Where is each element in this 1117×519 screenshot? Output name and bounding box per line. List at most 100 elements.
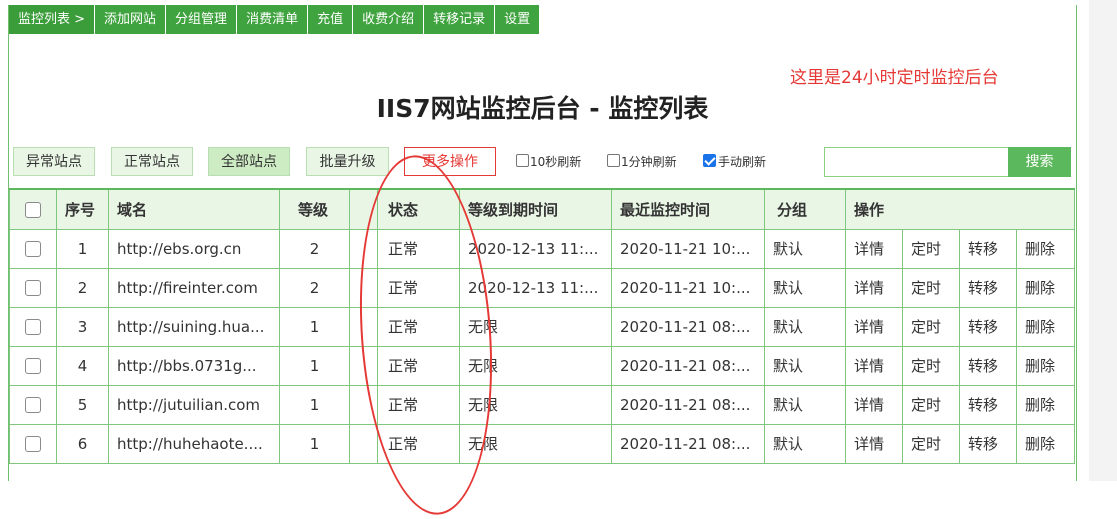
detail-button[interactable]: 详情 (845, 306, 903, 347)
row-no: 6 (56, 423, 109, 464)
select-all-checkbox[interactable] (25, 201, 41, 218)
schedule-button[interactable]: 定时 (902, 423, 960, 464)
transfer-button[interactable]: 转移 (959, 228, 1017, 269)
row-select-cell[interactable] (9, 423, 57, 464)
nav-add-site[interactable]: 添加网站 (95, 5, 167, 34)
delete-button[interactable]: 删除 (1015, 306, 1076, 347)
row-group: 默认 (764, 267, 846, 308)
schedule-button[interactable]: 定时 (902, 306, 960, 347)
more-actions-button[interactable]: 更多操作 (404, 147, 496, 176)
nav-group-manage[interactable]: 分组管理 (166, 5, 238, 34)
schedule-button[interactable]: 定时 (902, 345, 960, 386)
row-level: 2 (279, 228, 350, 269)
row-group: 默认 (764, 345, 846, 386)
all-sites-button[interactable]: 全部站点 (208, 147, 290, 176)
header-expire: 等级到期时间 (459, 188, 612, 230)
row-status: 正常 (377, 423, 460, 464)
row-blank (349, 423, 378, 464)
row-no: 4 (56, 345, 109, 386)
header-blank (349, 188, 378, 230)
row-checkbox[interactable] (25, 436, 41, 452)
nav-recharge[interactable]: 充值 (308, 5, 354, 34)
monitor-table: 序号 域名 等级 状态 等级到期时间 最近监控时间 分组 操作 1 http://… (9, 188, 1076, 464)
detail-button[interactable]: 详情 (845, 423, 903, 464)
table-row: 1 http://ebs.org.cn 2 正常 2020-12-13 11:... 20… (9, 228, 1076, 269)
nav-monitor-list[interactable]: 监控列表 > (9, 5, 96, 34)
schedule-button[interactable]: 定时 (902, 228, 960, 269)
row-select-cell[interactable] (9, 345, 57, 386)
nav-pricing[interactable]: 收费介绍 (353, 5, 425, 34)
search-button[interactable]: 搜索 (1008, 147, 1071, 177)
refresh-manual-checkbox[interactable] (703, 154, 716, 167)
nav-billing[interactable]: 消费清单 (237, 5, 309, 34)
top-nav: 监控列表 > 添加网站 分组管理 消费清单 充值 收费介绍 转移记录 设置 (9, 5, 541, 34)
row-status: 正常 (377, 228, 460, 269)
table-row: 2 http://fireinter.com 2 正常 2020-12-13 11:..… (9, 267, 1076, 308)
search-input[interactable] (824, 147, 1009, 177)
header-last-check: 最近监控时间 (611, 188, 765, 230)
row-select-cell[interactable] (9, 228, 57, 269)
refresh-10s-checkbox[interactable] (516, 154, 529, 167)
header-status: 状态 (377, 188, 460, 230)
delete-button[interactable]: 删除 (1015, 345, 1076, 386)
batch-upgrade-button[interactable]: 批量升级 (306, 147, 389, 176)
row-select-cell[interactable] (9, 384, 57, 425)
detail-button[interactable]: 详情 (845, 228, 903, 269)
row-level: 1 (279, 345, 350, 386)
row-domain: http://huhehaote.... (108, 423, 280, 464)
header-no: 序号 (56, 188, 109, 230)
delete-button[interactable]: 删除 (1015, 384, 1076, 425)
transfer-button[interactable]: 转移 (959, 423, 1017, 464)
page-title: IIS7网站监控后台 - 监控列表 (376, 94, 709, 123)
normal-sites-button[interactable]: 正常站点 (111, 147, 193, 176)
row-expire: 无限 (459, 384, 612, 425)
detail-button[interactable]: 详情 (845, 267, 903, 308)
row-select-cell[interactable] (9, 267, 57, 308)
row-expire: 无限 (459, 423, 612, 464)
row-expire: 无限 (459, 345, 612, 386)
select-all-cell[interactable] (9, 188, 57, 230)
abnormal-sites-button[interactable]: 异常站点 (13, 147, 95, 176)
row-no: 5 (56, 384, 109, 425)
detail-button[interactable]: 详情 (845, 345, 903, 386)
transfer-button[interactable]: 转移 (959, 306, 1017, 347)
row-no: 3 (56, 306, 109, 347)
row-no: 1 (56, 228, 109, 269)
refresh-1m-label: 1分钟刷新 (621, 155, 677, 169)
row-level: 1 (279, 384, 350, 425)
row-no: 2 (56, 267, 109, 308)
row-status: 正常 (377, 267, 460, 308)
transfer-button[interactable]: 转移 (959, 345, 1017, 386)
row-last-check: 2020-11-21 08:... (611, 384, 765, 425)
refresh-manual-label: 手动刷新 (718, 155, 767, 169)
delete-button[interactable]: 删除 (1015, 228, 1076, 269)
row-blank (349, 267, 378, 308)
transfer-button[interactable]: 转移 (959, 267, 1017, 308)
nav-transfer-log[interactable]: 转移记录 (424, 5, 496, 34)
delete-button[interactable]: 删除 (1015, 423, 1076, 464)
table-row: 3 http://suining.hua... 1 正常 无限 2020-11-21 08… (9, 306, 1076, 347)
row-expire: 2020-12-13 11:... (459, 267, 612, 308)
header-group: 分组 (764, 188, 846, 230)
toolbar: 异常站点 正常站点 全部站点 批量升级 更多操作 10秒刷新 1分钟刷新 手动刷… (9, 147, 1076, 181)
row-domain: http://fireinter.com (108, 267, 280, 308)
row-checkbox[interactable] (25, 358, 41, 374)
row-checkbox[interactable] (25, 319, 41, 335)
row-level: 1 (279, 306, 350, 347)
refresh-1m-checkbox[interactable] (607, 154, 620, 167)
nav-settings[interactable]: 设置 (495, 5, 541, 34)
row-last-check: 2020-11-21 08:... (611, 306, 765, 347)
delete-button[interactable]: 删除 (1015, 267, 1076, 308)
row-domain: http://suining.hua... (108, 306, 280, 347)
transfer-button[interactable]: 转移 (959, 384, 1017, 425)
schedule-button[interactable]: 定时 (902, 267, 960, 308)
row-checkbox[interactable] (25, 397, 41, 413)
row-level: 1 (279, 423, 350, 464)
row-checkbox[interactable] (25, 280, 41, 296)
detail-button[interactable]: 详情 (845, 384, 903, 425)
row-checkbox[interactable] (25, 241, 41, 257)
row-last-check: 2020-11-21 08:... (611, 345, 765, 386)
annotation-note: 这里是24小时定时监控后台 (790, 68, 999, 88)
row-select-cell[interactable] (9, 306, 57, 347)
schedule-button[interactable]: 定时 (902, 384, 960, 425)
